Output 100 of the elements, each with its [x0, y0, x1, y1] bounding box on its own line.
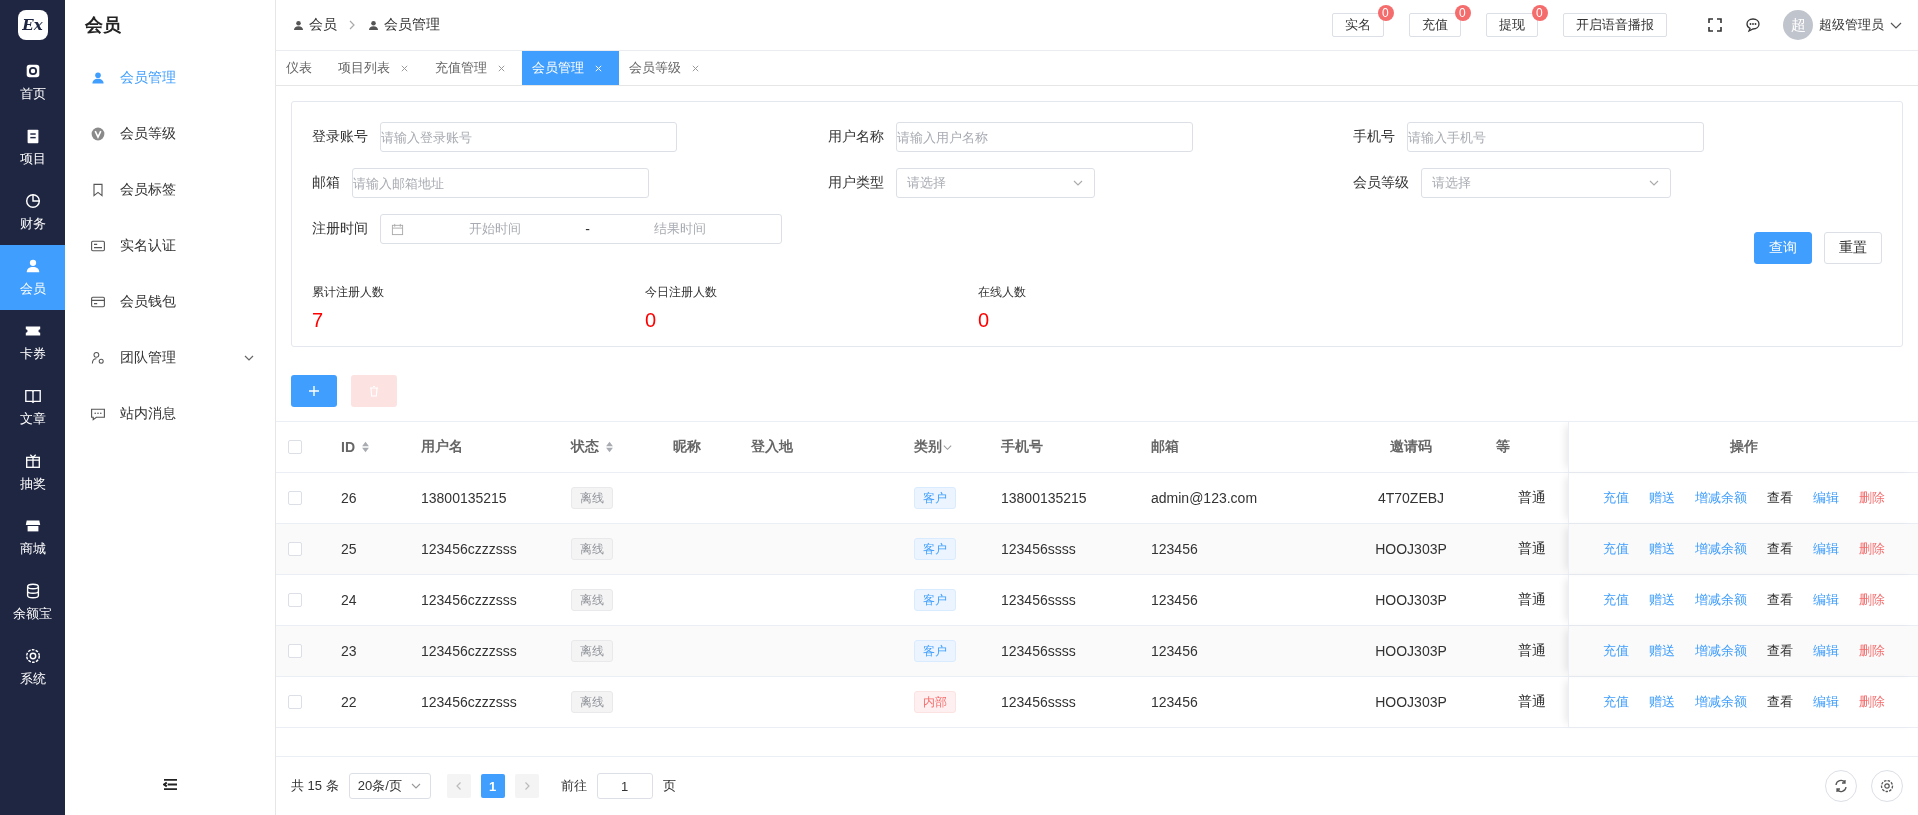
- input-field[interactable]: 请输入用户名称: [896, 122, 1193, 152]
- action-link[interactable]: 删除: [1858, 693, 1885, 711]
- category-tag: 客户: [914, 487, 956, 509]
- pie-icon: [23, 192, 42, 210]
- table-cell: 123456: [1151, 643, 1198, 659]
- table-cell: 普通: [1518, 642, 1546, 660]
- field-label: 手机号: [1353, 128, 1395, 146]
- table-cell: HOOJ303P: [1375, 694, 1447, 710]
- close-icon[interactable]: [691, 63, 700, 73]
- column-header[interactable]: 状态: [571, 438, 614, 456]
- menu-icon[interactable]: [162, 777, 178, 791]
- fullscreen-icon[interactable]: [1707, 17, 1723, 33]
- previous-page-button[interactable]: [446, 774, 471, 798]
- table-cell: 26: [341, 490, 357, 506]
- column-header: 登入地: [751, 438, 793, 456]
- input-field[interactable]: 请输入邮箱地址: [352, 168, 649, 198]
- chat-icon[interactable]: [1745, 17, 1761, 33]
- voice-broadcast-button[interactable]: 开启语音播报: [1563, 13, 1667, 37]
- page-tab[interactable]: 仪表: [276, 51, 328, 85]
- stat-value: 0: [645, 309, 658, 332]
- table-cell: 普通: [1518, 540, 1546, 558]
- action-link[interactable]: 删除: [1858, 591, 1885, 609]
- sort-icon[interactable]: [605, 441, 614, 453]
- action-link[interactable]: 查看: [1766, 591, 1793, 609]
- logo: Ex: [0, 0, 65, 50]
- table-cell: 普通: [1518, 489, 1546, 507]
- nav-rail-item[interactable]: 卡券: [0, 310, 65, 375]
- table-cell: 123456: [1151, 694, 1198, 710]
- page-tab[interactable]: 项目列表: [328, 51, 425, 85]
- column-header: 邮箱: [1151, 438, 1179, 456]
- calendar-icon: [391, 222, 404, 236]
- field-label: 邮箱: [312, 174, 340, 192]
- refresh-icon: [1833, 778, 1849, 794]
- checkbox[interactable]: [288, 542, 302, 556]
- checkbox[interactable]: [288, 644, 302, 658]
- table-cell: HOOJ303P: [1375, 541, 1447, 557]
- status-tag: 离线: [571, 487, 613, 509]
- page-tab[interactable]: 充值管理: [425, 51, 522, 85]
- table-cell: admin@123.com: [1151, 490, 1258, 506]
- page-tab[interactable]: 会员等级: [619, 51, 716, 85]
- table-cell: 123456ssss: [1001, 541, 1076, 557]
- sidebar-item[interactable]: 实名认证: [65, 218, 275, 274]
- add-button[interactable]: [291, 375, 337, 407]
- checkbox[interactable]: [288, 491, 302, 505]
- table-cell: 13800135215: [421, 490, 507, 506]
- action-link[interactable]: 查看: [1766, 642, 1793, 660]
- field-label: 登录账号: [312, 128, 368, 146]
- action-link[interactable]: 查看: [1766, 489, 1793, 507]
- sort-icon[interactable]: [361, 441, 370, 453]
- page-size-select[interactable]: 20条/页: [348, 773, 431, 799]
- table-cell: 普通: [1518, 693, 1546, 711]
- nav-rail-item[interactable]: 财务: [0, 180, 65, 245]
- nav-rail-item[interactable]: 文章: [0, 375, 65, 440]
- table-cell: 23: [341, 643, 357, 659]
- close-icon[interactable]: [400, 63, 409, 73]
- checkbox[interactable]: [288, 593, 302, 607]
- sidebar-title: 会员: [84, 14, 122, 37]
- breadcrumb-item[interactable]: 会员: [309, 16, 337, 34]
- sidebar-item[interactable]: 站内消息: [65, 386, 275, 442]
- sidebar-item[interactable]: 会员标签: [65, 162, 275, 218]
- nav-rail-item[interactable]: 抽奖: [0, 440, 65, 505]
- table-cell: 普通: [1518, 591, 1546, 609]
- nav-rail-item[interactable]: 系统: [0, 635, 65, 700]
- sidebar-item[interactable]: 会员钱包: [65, 274, 275, 330]
- input-field[interactable]: 请输入登录账号: [380, 122, 677, 152]
- nav-rail-item[interactable]: 项目: [0, 115, 65, 180]
- category-tag: 内部: [914, 691, 956, 713]
- close-icon[interactable]: [497, 63, 506, 73]
- user-icon: [90, 70, 106, 86]
- sidebar-item[interactable]: 团队管理: [65, 330, 275, 386]
- column-header: 操作: [1729, 438, 1758, 456]
- table-cell: 123456czzzsss: [421, 541, 517, 557]
- nav-rail-item[interactable]: 首页: [0, 50, 65, 115]
- gift-icon: [23, 452, 42, 470]
- nav-rail-item[interactable]: 商城: [0, 505, 65, 570]
- sidebar-item[interactable]: 会员等级: [65, 106, 275, 162]
- date-range-field[interactable]: 开始时间 - 结果时间: [380, 214, 782, 244]
- column-header: 昵称: [673, 438, 701, 456]
- user-name[interactable]: 超级管理员: [1819, 16, 1884, 34]
- count-badge: 0: [1532, 5, 1548, 21]
- breadcrumb-item[interactable]: 会员管理: [384, 16, 440, 34]
- column-header[interactable]: 类别: [914, 438, 953, 456]
- page-input[interactable]: 1: [596, 773, 653, 799]
- next-page-button[interactable]: [514, 774, 539, 798]
- page-unit: 页: [662, 777, 676, 795]
- checkbox[interactable]: [288, 440, 302, 454]
- action-link[interactable]: 查看: [1766, 693, 1793, 711]
- bookmark-icon: [90, 182, 106, 198]
- checkbox[interactable]: [288, 695, 302, 709]
- nav-rail-item[interactable]: 余额宝: [0, 570, 65, 635]
- action-link[interactable]: 删除: [1858, 489, 1885, 507]
- reset-button[interactable]: 重置: [1824, 232, 1882, 264]
- stat-label: 在线人数: [978, 284, 1027, 301]
- column-header[interactable]: ID: [341, 439, 370, 455]
- action-link[interactable]: 查看: [1766, 540, 1793, 558]
- refresh-button[interactable]: [1825, 770, 1857, 802]
- column-header: 等: [1496, 438, 1510, 456]
- input-field[interactable]: 请输入手机号: [1407, 122, 1704, 152]
- settings-button[interactable]: [1871, 770, 1903, 802]
- field-label: 用户类型: [828, 174, 884, 192]
